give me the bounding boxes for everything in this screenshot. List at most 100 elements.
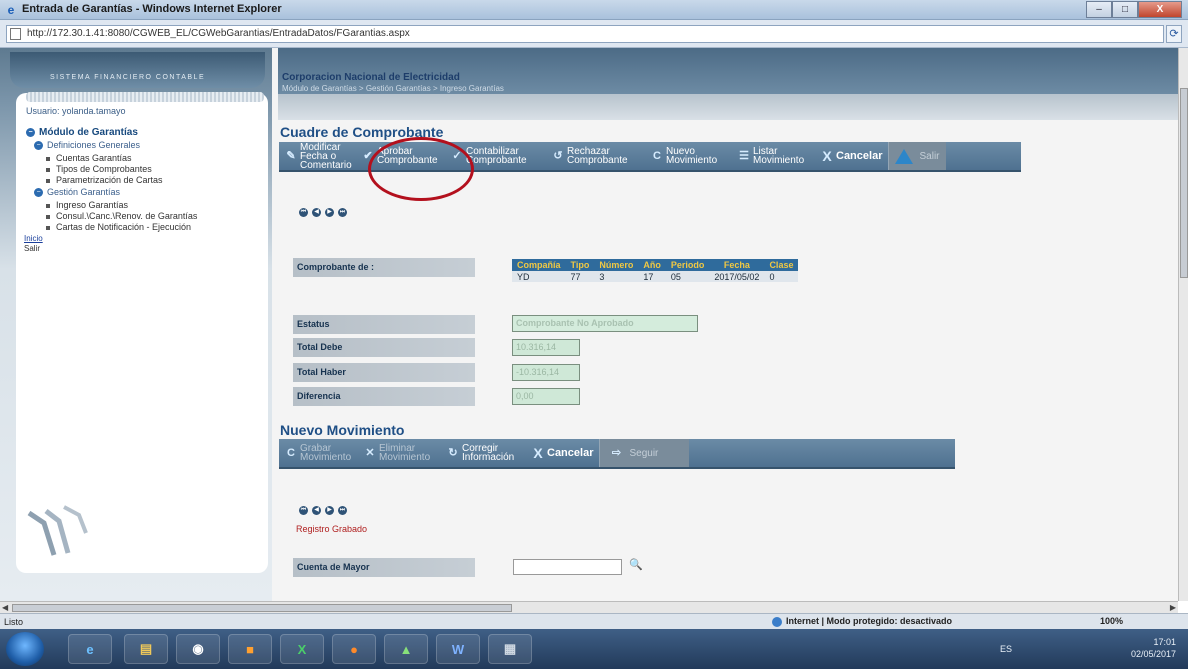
diferencia-field: 0,00 [512, 388, 580, 405]
taskbar-word-icon[interactable]: W [436, 634, 480, 664]
sidebar-link-salir[interactable]: Salir [24, 244, 40, 253]
button-label: Listar Movimiento [753, 146, 805, 166]
taskbar-explorer-icon[interactable]: ▤ [124, 634, 168, 664]
col-numero: Número [594, 259, 639, 271]
decorative-logo-icon [27, 505, 88, 556]
sidebar-item-label: Consul.\Canc.\Renov. de Garantías [56, 211, 198, 221]
vertical-scrollbar[interactable] [1178, 48, 1188, 601]
listar-movimiento-button[interactable]: ☰ Listar Movimiento [732, 142, 815, 170]
delete-icon: ✕ [365, 447, 375, 459]
cancelar-movimiento-button[interactable]: X Cancelar [526, 439, 599, 467]
search-icon[interactable]: 🔍 [629, 558, 643, 571]
button-label: Nuevo Movimiento [666, 146, 718, 166]
prev-record-icon[interactable]: ◀ [312, 506, 321, 515]
sidebar-item-label: Parametrización de Cartas [56, 175, 163, 185]
next-record-icon[interactable]: ▶ [325, 506, 334, 515]
col-clase: Clase [764, 259, 799, 271]
grabar-movimiento-button[interactable]: C Grabar Movimiento [279, 439, 358, 467]
horizontal-scrollbar[interactable]: ◀ ▶ [0, 601, 1178, 613]
comprobante-label: Comprobante de : [293, 258, 475, 277]
sidebar-item-tipos-comprobantes[interactable]: Tipos de Comprobantes [46, 164, 152, 174]
collapse-icon[interactable]: − [26, 127, 35, 137]
sidebar-item-label: Cartas de Notificación - Ejecución [56, 222, 192, 232]
minimize-button[interactable]: – [1086, 1, 1112, 18]
col-anio: Año [638, 259, 666, 271]
new-icon: C [653, 150, 661, 162]
user-label: Usuario: yolanda.tamayo [26, 106, 126, 116]
status-bar: Listo Internet | Modo protegido: desacti… [0, 613, 1188, 629]
col-tipo: Tipo [565, 259, 595, 271]
cell-clase: 0 [764, 271, 799, 282]
language-indicator[interactable]: ES [1000, 644, 1012, 654]
page-icon [10, 28, 21, 40]
scroll-thumb[interactable] [1180, 88, 1188, 278]
last-record-icon[interactable]: ⏭ [338, 506, 347, 515]
taskbar-app-icon[interactable]: ◉ [176, 634, 220, 664]
estatus-field: Comprobante No Aprobado [512, 315, 698, 332]
cell-tipo: 77 [565, 271, 595, 282]
cancelar-button[interactable]: X Cancelar [815, 142, 888, 170]
taskbar-ie-icon[interactable]: e [68, 634, 112, 664]
company-name: Corporacion Nacional de Electricidad [282, 72, 460, 83]
prev-record-icon[interactable]: ◀ [312, 208, 321, 217]
sidebar-link-inicio[interactable]: Inicio [24, 234, 43, 243]
scroll-right-icon[interactable]: ▶ [1170, 603, 1176, 612]
button-label: Modificar Fecha o Comentario [300, 141, 352, 171]
taskbar-app4-icon[interactable]: ▦ [488, 634, 532, 664]
diferencia-label: Diferencia [293, 387, 475, 406]
address-bar: http://172.30.1.41:8080/CGWEB_EL/CGWebGa… [0, 20, 1188, 48]
button-label: Cancelar [547, 446, 594, 459]
sidebar-module-title: − Módulo de Garantías [26, 127, 138, 138]
rechazar-button[interactable]: ↺ Rechazar Comprobante [546, 142, 645, 170]
cell-anio: 17 [638, 271, 666, 282]
sidebar-item-ingreso-garantias[interactable]: Ingreso Garantías [46, 200, 128, 210]
nuevo-movimiento-button[interactable]: C Nuevo Movimiento [645, 142, 732, 170]
modificar-button[interactable]: ✎ Modificar Fecha o Comentario [279, 142, 356, 170]
seguir-button[interactable]: ⇨ Seguir [599, 439, 690, 467]
close-button[interactable]: X [1138, 1, 1182, 18]
button-label: Seguir [629, 447, 659, 459]
zone-label: Internet | Modo protegido: desactivado [786, 616, 953, 626]
taskbar-app3-icon[interactable]: ▲ [384, 634, 428, 664]
sidebar-item-cartas-notificacion[interactable]: Cartas de Notificación - Ejecución [46, 222, 191, 232]
scroll-left-icon[interactable]: ◀ [2, 603, 8, 612]
zoom-level[interactable]: 100% [1100, 616, 1123, 626]
corregir-informacion-button[interactable]: ↻ Corregir Información [441, 439, 526, 467]
start-button[interactable] [6, 632, 44, 666]
refresh-icon: ↻ [448, 447, 458, 459]
cell-numero: 3 [594, 271, 639, 282]
eliminar-movimiento-button[interactable]: ✕ Eliminar Movimiento [358, 439, 441, 467]
taskbar-app2-icon[interactable]: ■ [228, 634, 272, 664]
refresh-icon[interactable]: ⟳ [1166, 25, 1182, 43]
cancel-x-icon: X [533, 445, 543, 461]
cuenta-mayor-input[interactable] [513, 559, 622, 575]
user-strip [26, 92, 264, 102]
first-record-icon[interactable]: ⏮ [299, 506, 308, 515]
registro-grabado-message: Registro Grabado [296, 524, 368, 534]
sidebar-item-cuentas-garantias[interactable]: Cuentas Garantías [46, 153, 132, 163]
bullet-icon [46, 156, 50, 161]
taskbar-firefox-icon[interactable]: ● [332, 634, 376, 664]
sidebar-item-parametrizacion-cartas[interactable]: Parametrización de Cartas [46, 175, 163, 185]
collapse-icon[interactable]: − [34, 141, 43, 151]
bullet-icon [46, 167, 50, 172]
salir-button[interactable]: Salir [888, 142, 946, 170]
page-content: SISTEMA FINANCIERO CONTABLE Usuario: yol… [0, 48, 1178, 601]
total-haber-field: -10.316,14 [512, 364, 580, 381]
window-title: Entrada de Garantías - Windows Internet … [22, 3, 282, 15]
sidebar-item-label: Cuentas Garantías [56, 153, 132, 163]
taskbar-excel-icon[interactable]: X [280, 634, 324, 664]
first-record-icon[interactable]: ⏮ [299, 208, 308, 217]
sidebar-item-consul-canc-renov[interactable]: Consul.\Canc.\Renov. de Garantías [46, 211, 197, 221]
next-record-icon[interactable]: ▶ [325, 208, 334, 217]
clock[interactable]: 17:01 02/05/2017 [1131, 636, 1176, 660]
total-haber-label: Total Haber [293, 363, 475, 382]
maximize-button[interactable]: □ [1112, 1, 1138, 18]
last-record-icon[interactable]: ⏭ [338, 208, 347, 217]
sidebar-group-definiciones[interactable]: − Definiciones Generales [34, 140, 140, 151]
hscroll-thumb[interactable] [12, 604, 512, 612]
globe-icon [772, 616, 782, 627]
sidebar-group-gestion[interactable]: − Gestión Garantías [34, 187, 120, 198]
collapse-icon[interactable]: − [34, 188, 43, 198]
url-field[interactable]: http://172.30.1.41:8080/CGWEB_EL/CGWebGa… [6, 25, 1164, 43]
